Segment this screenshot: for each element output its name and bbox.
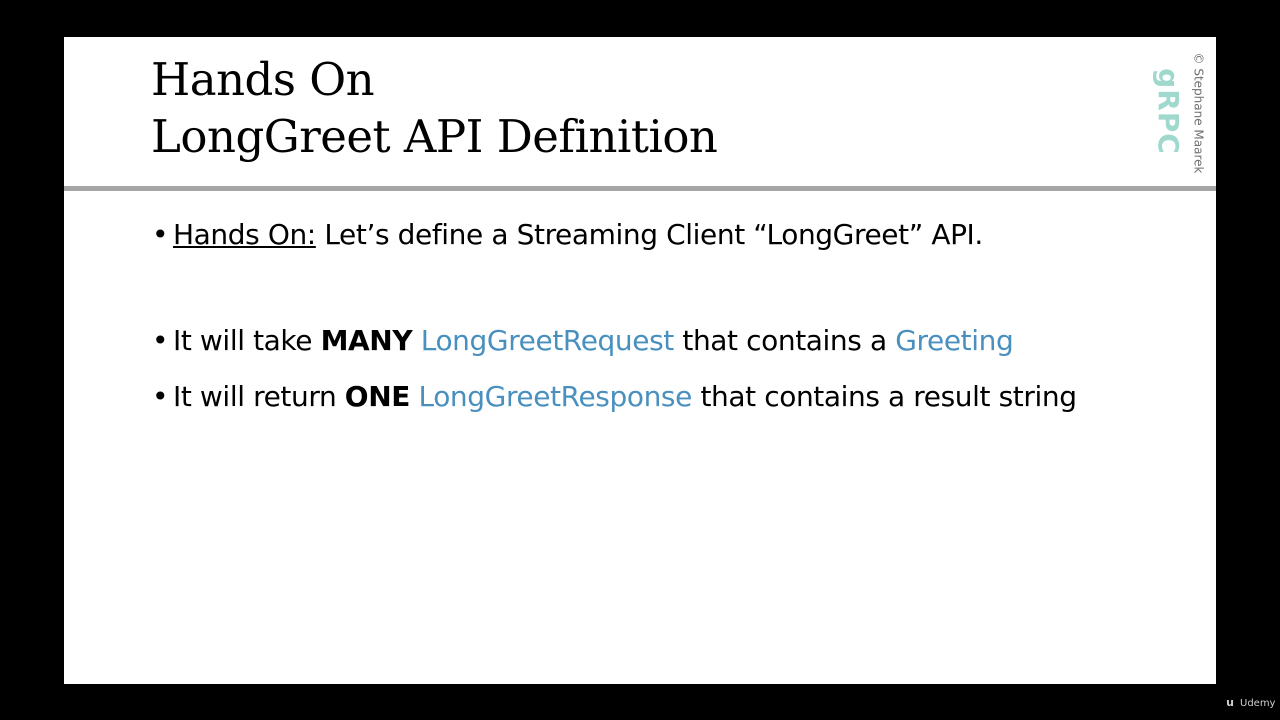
bullet-suffix: that contains a result string (691, 380, 1077, 413)
bullet-list: Hands On: Let’s define a Streaming Clien… (152, 215, 1152, 417)
bullet-label: Hands On: (173, 218, 316, 251)
title-divider (64, 186, 1216, 191)
presentation-slide: Hands On LongGreet API Definition gRPC ©… (64, 37, 1216, 684)
slide-title-line-2: LongGreet API Definition (151, 110, 718, 163)
bullet-emphasis: MANY (320, 324, 413, 357)
udemy-logo-icon: u (1226, 696, 1234, 709)
grpc-logo-text: gRPC (1151, 67, 1185, 155)
bullet-highlight: LongGreetRequest (420, 324, 675, 357)
slide-title-line-1: Hands On (151, 53, 375, 106)
copyright-notice: © Stephane Maarek (1186, 43, 1210, 183)
bullet-emphasis: ONE (344, 380, 411, 413)
bullet-highlight: LongGreetResponse (418, 380, 692, 413)
udemy-label: Udemy (1240, 697, 1276, 709)
udemy-watermark: u Udemy (1224, 697, 1275, 709)
bullet-middle: that contains a (673, 324, 896, 357)
copyright-text: © Stephane Maarek (1191, 52, 1205, 174)
slide-title: Hands On LongGreet API Definition (151, 51, 718, 165)
bullet-highlight-2: Greeting (895, 324, 1014, 357)
bullet-item-one-response: It will return ONE LongGreetResponse tha… (152, 377, 1152, 417)
grpc-logo: gRPC (1148, 61, 1188, 161)
bullet-prefix: It will return (173, 380, 345, 413)
bullet-item-hands-on: Hands On: Let’s define a Streaming Clien… (152, 215, 1152, 255)
bullet-text: Let’s define a Streaming Client “LongGre… (315, 218, 983, 251)
bullet-space (412, 324, 421, 357)
bullet-prefix: It will take (173, 324, 321, 357)
video-frame: Hands On LongGreet API Definition gRPC ©… (0, 0, 1280, 720)
bullet-item-many-requests: It will take MANY LongGreetRequest that … (152, 321, 1152, 361)
